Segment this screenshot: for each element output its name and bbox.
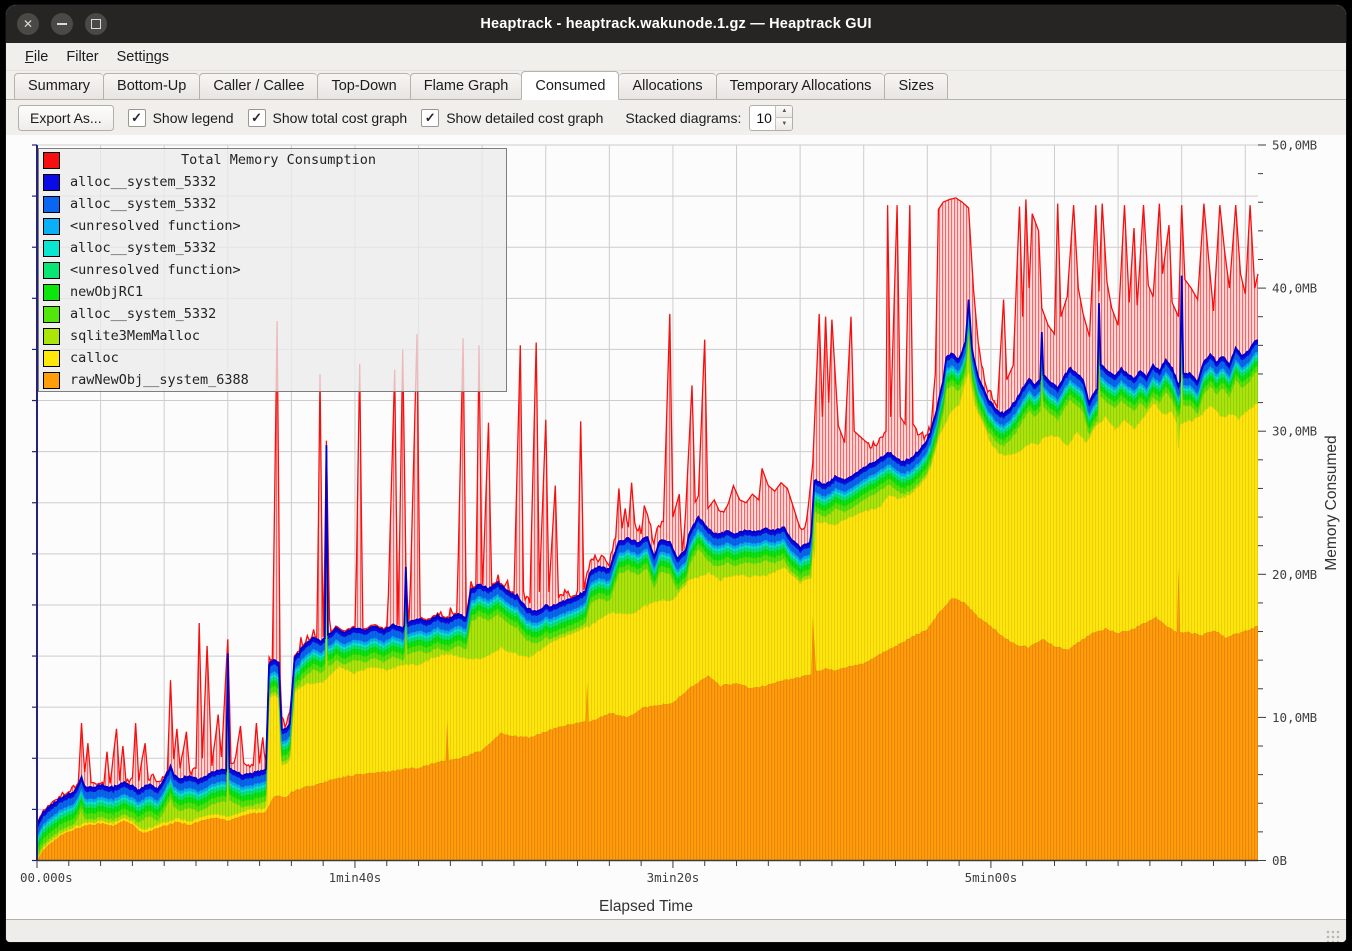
stacked-diagrams-spinbox[interactable]: 10 ▲ ▼ xyxy=(749,105,793,131)
toolbar: Export As... ✓ Show legend ✓ Show total … xyxy=(6,100,1346,135)
tab-bar: Summary Bottom-Up Caller / Callee Top-Do… xyxy=(6,71,1346,100)
legend-item: alloc__system_5332 xyxy=(39,193,506,215)
legend-label: Total Memory Consumption xyxy=(70,152,487,168)
y-axis-title: Memory Consumed xyxy=(1323,435,1340,570)
legend-label: sqlite3MemMalloc xyxy=(70,328,200,344)
legend-swatch xyxy=(43,328,60,345)
legend-label: alloc__system_5332 xyxy=(70,174,216,190)
y-tick-label: 10,0MB xyxy=(1272,710,1317,725)
tab-allocations[interactable]: Allocations xyxy=(619,73,715,100)
tab-flame-graph[interactable]: Flame Graph xyxy=(410,73,522,100)
legend-swatch xyxy=(43,262,60,279)
legend-label: calloc xyxy=(70,350,119,366)
checkbox-show-total-cost-graph[interactable]: ✓ Show total cost graph xyxy=(248,109,408,127)
x-tick-label: 5min00s xyxy=(965,870,1018,885)
minimize-button[interactable] xyxy=(51,13,73,35)
legend-item: <unresolved function> xyxy=(39,259,506,281)
legend-swatch xyxy=(43,218,60,235)
chart-area: 0B 10,0MB 20,0MB 30,0MB 40,0MB 50,0MB 00.000s 1… xyxy=(6,135,1346,920)
checkbox-show-legend[interactable]: ✓ Show legend xyxy=(128,109,234,127)
x-axis-title: Elapsed Time xyxy=(599,898,693,915)
legend-item: alloc__system_5332 xyxy=(39,237,506,259)
legend-label: rawNewObj__system_6388 xyxy=(70,372,249,388)
menu-file[interactable]: File xyxy=(16,46,57,68)
y-tick-label: 50,0MB xyxy=(1272,138,1317,153)
legend-swatch xyxy=(43,372,60,389)
legend-label: alloc__system_5332 xyxy=(70,196,216,212)
spin-up-button[interactable]: ▲ xyxy=(776,106,792,119)
legend-swatch xyxy=(43,306,60,323)
checkbox-label: Show legend xyxy=(153,110,234,126)
legend-swatch xyxy=(43,350,60,367)
y-tick-label: 20,0MB xyxy=(1272,567,1317,582)
tab-consumed[interactable]: Consumed xyxy=(521,71,619,100)
resize-grip[interactable] xyxy=(1326,930,1340,942)
menu-bar: File Filter Settings xyxy=(6,43,1346,71)
tab-top-down[interactable]: Top-Down xyxy=(317,73,409,100)
legend-swatch xyxy=(43,152,60,169)
chart-legend: Total Memory Consumption alloc__system_53… xyxy=(38,148,507,392)
close-button[interactable]: ✕ xyxy=(17,13,39,35)
legend-swatch xyxy=(43,284,60,301)
legend-item: rawNewObj__system_6388 xyxy=(39,369,506,391)
legend-swatch xyxy=(43,196,60,213)
checkbox-label: Show detailed cost graph xyxy=(446,110,603,126)
spinbox-value[interactable]: 10 xyxy=(750,106,775,130)
tab-bottom-up[interactable]: Bottom-Up xyxy=(103,73,199,100)
app-window: ✕ Heaptrack - heaptrack.wakunode.1.gz — … xyxy=(6,5,1346,942)
legend-item: newObjRC1 xyxy=(39,281,506,303)
legend-label: <unresolved function> xyxy=(70,218,241,234)
tab-caller-callee[interactable]: Caller / Callee xyxy=(199,73,317,100)
close-icon: ✕ xyxy=(23,18,33,30)
maximize-icon xyxy=(91,19,101,29)
y-tick-label: 0B xyxy=(1272,853,1287,868)
maximize-button[interactable] xyxy=(85,13,107,35)
legend-label: alloc__system_5332 xyxy=(70,240,216,256)
menu-filter[interactable]: Filter xyxy=(57,46,107,68)
legend-item: alloc__system_5332 xyxy=(39,171,506,193)
stacked-diagrams-label: Stacked diagrams: xyxy=(625,110,741,126)
legend-item: Total Memory Consumption xyxy=(39,149,506,171)
x-tick-label: 00.000s xyxy=(20,870,73,885)
legend-item: <unresolved function> xyxy=(39,215,506,237)
legend-swatch xyxy=(43,174,60,191)
title-bar[interactable]: ✕ Heaptrack - heaptrack.wakunode.1.gz — … xyxy=(6,5,1346,43)
checkbox-icon: ✓ xyxy=(421,109,439,127)
y-tick-label: 30,0MB xyxy=(1272,424,1317,439)
export-as-button[interactable]: Export As... xyxy=(18,105,114,131)
menu-settings[interactable]: Settings xyxy=(108,46,178,68)
tab-sizes[interactable]: Sizes xyxy=(884,73,947,100)
legend-item: sqlite3MemMalloc xyxy=(39,325,506,347)
tab-summary[interactable]: Summary xyxy=(14,73,103,100)
legend-label: newObjRC1 xyxy=(70,284,143,300)
x-tick-label: 1min40s xyxy=(329,870,382,885)
legend-label: alloc__system_5332 xyxy=(70,306,216,322)
y-tick-label: 40,0MB xyxy=(1272,281,1317,296)
legend-item: alloc__system_5332 xyxy=(39,303,506,325)
checkbox-icon: ✓ xyxy=(248,109,266,127)
checkbox-show-detailed-cost-graph[interactable]: ✓ Show detailed cost graph xyxy=(421,109,603,127)
status-bar xyxy=(6,920,1346,942)
legend-item: calloc xyxy=(39,347,506,369)
legend-label: <unresolved function> xyxy=(70,262,241,278)
minimize-icon xyxy=(57,23,67,25)
tab-temporary-allocations[interactable]: Temporary Allocations xyxy=(716,73,885,100)
checkbox-label: Show total cost graph xyxy=(273,110,408,126)
window-title: Heaptrack - heaptrack.wakunode.1.gz — He… xyxy=(480,16,871,32)
spin-down-button[interactable]: ▼ xyxy=(776,118,792,130)
checkbox-icon: ✓ xyxy=(128,109,146,127)
legend-swatch xyxy=(43,240,60,257)
x-tick-label: 3min20s xyxy=(647,870,700,885)
